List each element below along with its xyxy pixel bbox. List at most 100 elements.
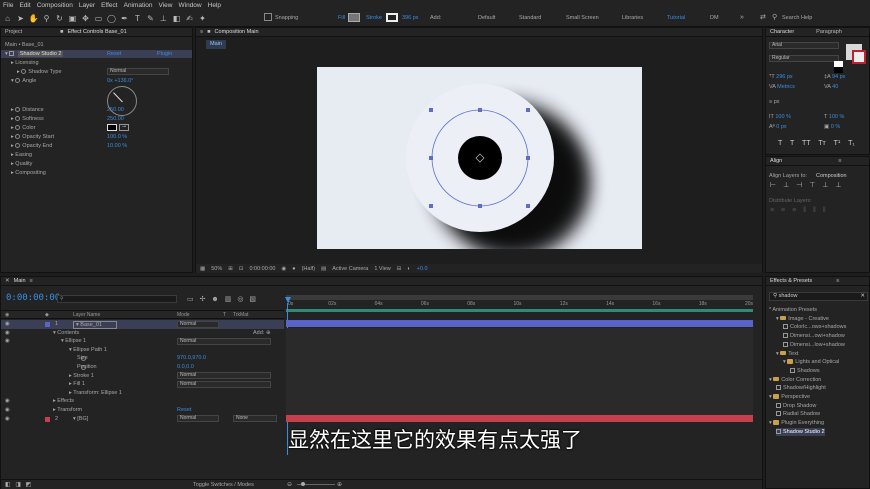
frame-blending-icon[interactable]: ▥ <box>225 296 232 303</box>
subscript-button[interactable]: T₁ <box>848 140 855 147</box>
distribute-vcenter-icon[interactable]: ≡ <box>781 207 785 214</box>
add-icon[interactable]: ⊕ <box>266 329 271 338</box>
align-right-icon[interactable]: ⊣ <box>796 182 802 189</box>
menu-item-help[interactable]: Help <box>208 2 221 9</box>
effect-row-opacity-end[interactable]: ▸ Opacity End <box>11 142 52 150</box>
preset-item[interactable]: * Animation Presets <box>769 306 817 315</box>
camera-tool-icon[interactable]: ▣ <box>67 13 78 24</box>
selection-tool-icon[interactable]: ➤ <box>15 13 26 24</box>
workspace-libraries[interactable]: Libraries <box>622 15 643 21</box>
fit-icon[interactable]: ⊞ <box>228 266 233 272</box>
stopwatch-icon[interactable] <box>15 78 21 84</box>
menu-item-effect[interactable]: Effect <box>101 2 118 9</box>
visibility-eye-icon[interactable]: ◉ <box>5 415 10 424</box>
layer-name[interactable]: Transform <box>57 407 82 413</box>
view-options-icon[interactable]: ⊟ <box>397 266 402 272</box>
tsume-row[interactable]: ▣ 0 % <box>824 123 840 131</box>
layer-name[interactable]: Position <box>77 364 97 370</box>
workspace-overflow-icon[interactable]: » <box>740 14 744 21</box>
rectangle-tool-icon[interactable]: ▭ <box>93 13 104 24</box>
angle-dial[interactable] <box>107 86 137 116</box>
exposure-icon[interactable]: ◐ <box>407 266 410 272</box>
preset-item[interactable]: ▾ Image - Creative <box>776 315 829 324</box>
layer-name[interactable]: [BG] <box>77 416 88 422</box>
in-out-icon[interactable]: ◩ <box>26 482 32 488</box>
property-row[interactable]: ▸ Fill 1 Normal <box>1 380 284 389</box>
visibility-eye-icon[interactable]: ◉ <box>5 406 10 415</box>
superscript-button[interactable]: T¹ <box>834 140 841 147</box>
panel-menu-icon[interactable]: ≡ <box>30 278 33 284</box>
preset-item[interactable]: ▾ Lights and Optical <box>783 358 839 367</box>
property-value[interactable]: 0.0,0.0 <box>177 363 194 372</box>
font-size-row[interactable]: ᵀT 296 px <box>769 73 793 81</box>
effect-param-value[interactable]: 100.0 % <box>107 133 127 141</box>
effect-row-compositing[interactable]: ▸ Compositing <box>11 169 46 177</box>
align-left-icon[interactable]: ⊢ <box>770 182 776 189</box>
layer-row[interactable]: ◉ 1 ▾ Base_01 Normal <box>1 320 284 329</box>
property-row[interactable]: ▸ Transform: Ellipse 1 <box>1 389 284 398</box>
effect-header-row[interactable]: ▾ Shadow Studio 2 Reset Plugin <box>1 50 192 58</box>
comp-resolution[interactable]: (Half) <box>302 266 315 272</box>
effect-param-value[interactable]: 250.00 <box>107 115 124 123</box>
blend-mode-dropdown[interactable]: Normal <box>177 372 271 380</box>
menu-item-layer[interactable]: Layer <box>79 2 95 9</box>
small-caps-button[interactable]: Tт <box>818 140 825 147</box>
align-hcenter-icon[interactable]: ⊥ <box>783 182 789 189</box>
work-area-bar[interactable] <box>286 295 753 300</box>
leading-row[interactable]: ‡A 94 px <box>824 73 845 81</box>
puppet-pin-icon[interactable]: ✦ <box>197 13 208 24</box>
motion-blur-icon[interactable]: ◎ <box>237 296 243 303</box>
effect-row-opacity-start[interactable]: ▸ Opacity Start <box>11 133 54 141</box>
blend-mode-dropdown[interactable]: Normal <box>177 337 271 345</box>
preset-item[interactable]: Drop Shadow <box>776 402 816 411</box>
tsume-value[interactable]: 0 % <box>831 124 840 130</box>
pan-behind-icon[interactable]: ✥ <box>80 13 91 24</box>
snapping-checkbox[interactable] <box>264 13 272 21</box>
fill-label[interactable]: Fill <box>338 15 345 21</box>
preset-item[interactable]: ▾ Color Correction <box>769 376 821 385</box>
effect-row-angle[interactable]: ▾ Angle <box>11 77 36 85</box>
effect-reset-button[interactable]: Reset <box>107 50 121 58</box>
preset-item[interactable]: Dimensi...owi+shadow <box>783 332 845 341</box>
comp-exposure[interactable]: +0.0 <box>417 266 428 272</box>
panel-menu-icon[interactable]: ≡ <box>200 29 203 35</box>
comp-timecode[interactable]: 0:00:00:00 <box>249 266 275 272</box>
menu-item-file[interactable]: File <box>3 2 13 9</box>
shadow-type-dropdown[interactable]: Normal <box>107 68 169 75</box>
property-row[interactable]: Size 970.0,970.0 <box>1 354 284 363</box>
effect-param-value[interactable]: 10.00 % <box>107 142 127 150</box>
distribute-top-icon[interactable]: ≡ <box>770 207 774 214</box>
layer-label-color[interactable] <box>45 322 50 327</box>
hscale-value[interactable]: 100 % <box>829 114 845 120</box>
zoom-in-icon[interactable]: ⊕ <box>337 481 342 488</box>
property-row[interactable]: ▾ Ellipse Path 1 <box>1 346 284 355</box>
toggle-switches-modes[interactable]: Toggle Switches / Modes <box>193 482 254 488</box>
tracking-row[interactable]: VA 40 <box>824 83 838 91</box>
eraser-tool-icon[interactable]: ◧ <box>171 13 182 24</box>
pen-tool-icon[interactable]: ✒ <box>119 13 130 24</box>
comp-camera[interactable]: Active Camera <box>332 266 368 272</box>
header-layer-name[interactable]: Layer Name <box>73 311 100 319</box>
preset-item[interactable]: ▾ Text <box>776 350 798 359</box>
graph-editor-icon[interactable]: ▧ <box>249 296 256 303</box>
zoom-out-icon[interactable]: ⊖ <box>287 481 292 488</box>
kerning-value[interactable]: Metrics <box>777 84 795 90</box>
align-bottom-icon[interactable]: ⊥ <box>835 182 841 189</box>
track-matte-dropdown[interactable]: None <box>233 415 277 423</box>
stopwatch-icon[interactable] <box>15 116 21 122</box>
comp-view[interactable]: 1 View <box>374 266 390 272</box>
stroke-width[interactable]: 396 px <box>402 15 419 21</box>
zoom-slider-handle[interactable] <box>301 482 305 486</box>
font-size-value[interactable]: 296 px <box>776 74 793 80</box>
clear-search-icon[interactable]: ✕ <box>860 293 865 300</box>
visibility-eye-icon[interactable]: ◉ <box>5 337 10 346</box>
snapshot-icon[interactable]: ◉ <box>281 266 286 272</box>
plugin-link[interactable]: Plugin <box>157 50 172 58</box>
rotate-tool-icon[interactable]: ↻ <box>54 13 65 24</box>
align-to-dropdown[interactable]: Composition <box>816 172 847 180</box>
property-row[interactable]: ◉ ▾ Contents Add: ⊕ <box>1 329 284 338</box>
comp-zoom[interactable]: 50% <box>211 266 222 272</box>
time-ruler[interactable]: 0s 02s 04s 06s 08s 10s 12s 14s 16s 18s 20s <box>286 295 753 319</box>
effect-param-value[interactable]: 0x +136.0° <box>107 77 134 85</box>
timeline-timecode[interactable]: 0:00:00:00 <box>6 293 60 303</box>
